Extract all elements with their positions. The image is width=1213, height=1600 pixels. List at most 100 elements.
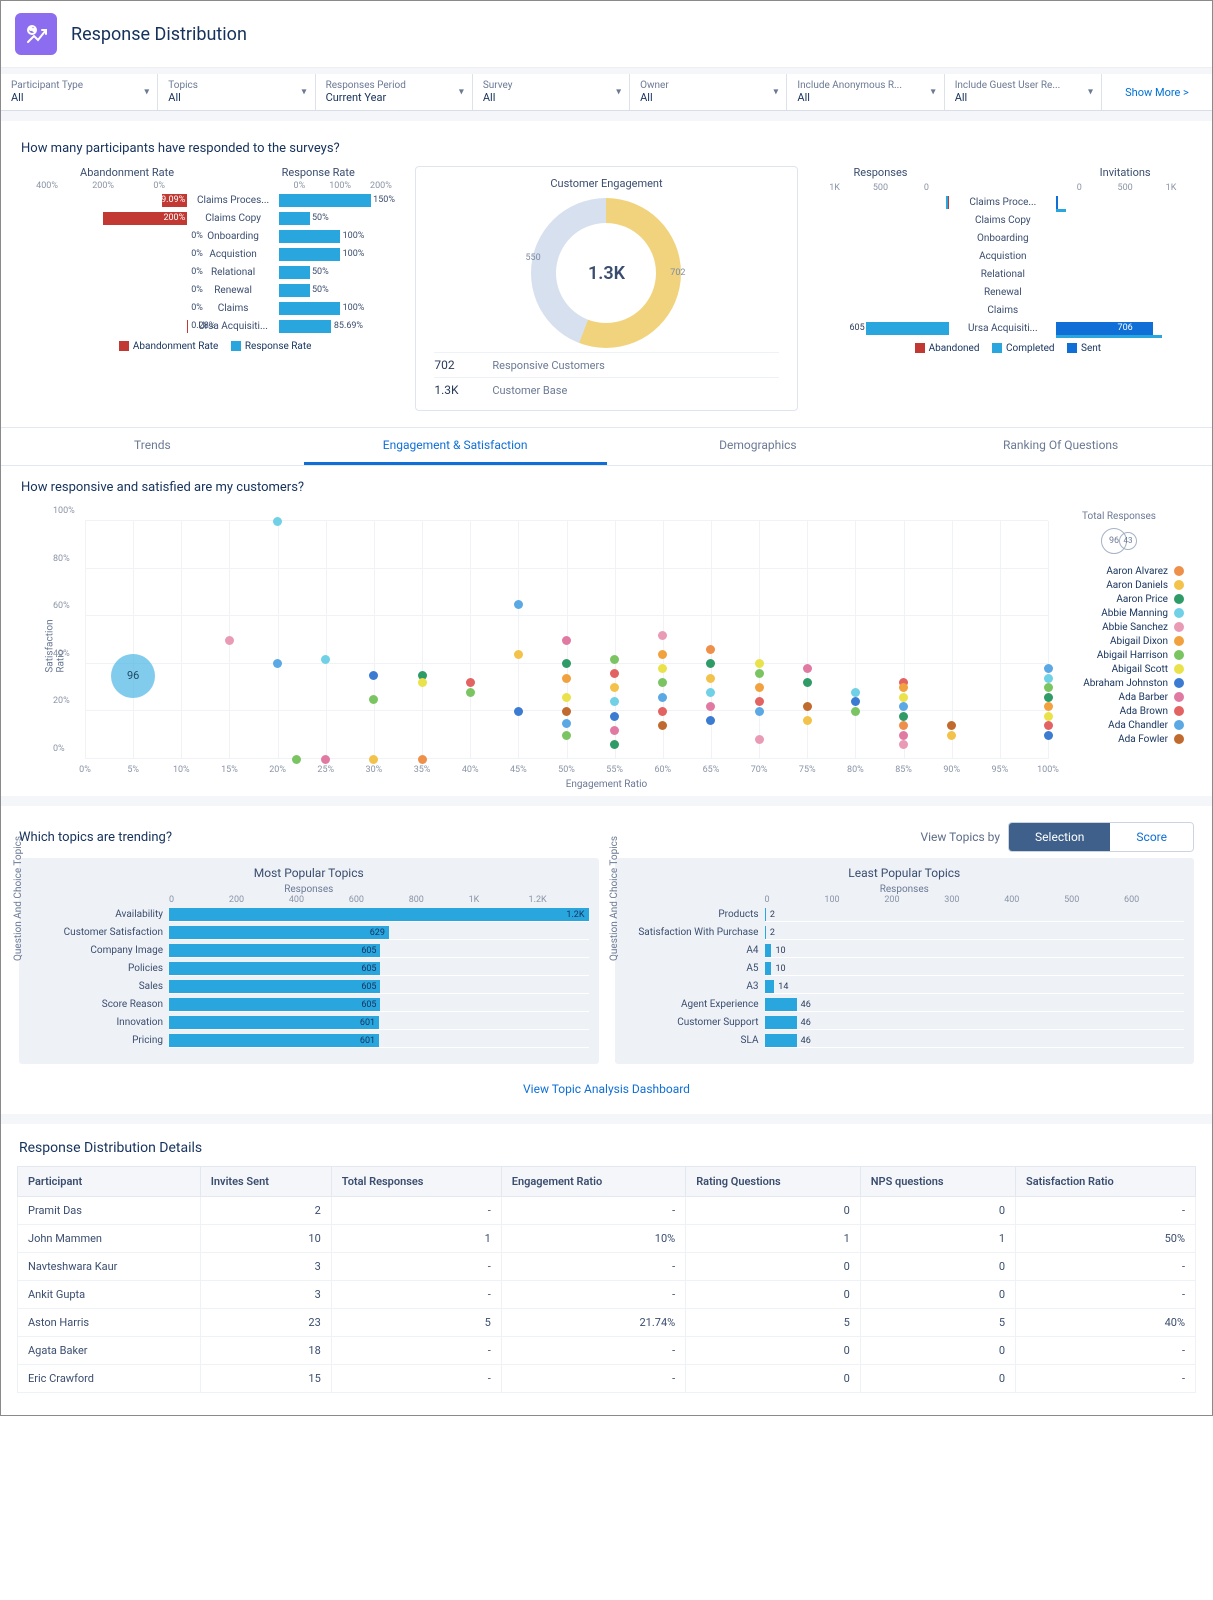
scatter-point[interactable] (947, 731, 956, 740)
scatter-point[interactable] (851, 688, 860, 697)
legend-item[interactable]: Aaron Daniels (1054, 578, 1184, 592)
bar-pair-row[interactable]: 0%Onboarding100% (19, 228, 401, 245)
topic-bar-row[interactable]: Products2 (625, 906, 1185, 923)
tri-row[interactable]: Claims (812, 302, 1194, 319)
scatter-point[interactable] (562, 693, 571, 702)
topic-bar-row[interactable]: A314 (625, 978, 1185, 995)
col-header[interactable]: NPS questions (860, 1167, 1015, 1197)
legend-item[interactable]: Abigail Dixon (1054, 634, 1184, 648)
bar-pair-row[interactable]: 200%Claims Copy50% (19, 210, 401, 227)
scatter-point[interactable] (755, 683, 764, 692)
legend-item[interactable]: Abbie Sanchez (1054, 620, 1184, 634)
scatter-point[interactable] (321, 655, 330, 664)
topic-bar-row[interactable]: SLA46 (625, 1032, 1185, 1049)
scatter-point[interactable] (1044, 693, 1053, 702)
topic-bar-row[interactable]: Satisfaction With Purchase2 (625, 924, 1185, 941)
topic-bar-row[interactable]: A510 (625, 960, 1185, 977)
scatter-point[interactable] (755, 707, 764, 716)
scatter-point[interactable] (418, 678, 427, 687)
scatter-point[interactable] (851, 707, 860, 716)
toggle-selection[interactable]: Selection (1009, 823, 1110, 851)
col-header[interactable]: Total Responses (331, 1167, 501, 1197)
tab-demographics[interactable]: Demographics (607, 428, 910, 465)
filter-1[interactable]: TopicsAll▾ (158, 74, 315, 110)
bar-pair-row[interactable]: 0%Renewal50% (19, 282, 401, 299)
table-row[interactable]: John Mammen10110%1150% (18, 1225, 1196, 1253)
scatter-point[interactable] (466, 688, 475, 697)
scatter-point[interactable] (755, 697, 764, 706)
scatter-point[interactable] (562, 707, 571, 716)
topic-bar-row[interactable]: Customer Satisfaction629 (29, 924, 589, 941)
scatter-point[interactable] (466, 678, 475, 687)
legend-item[interactable]: Abbie Manning (1054, 606, 1184, 620)
scatter-point[interactable] (562, 731, 571, 740)
filter-5[interactable]: Include Anonymous R...All▾ (787, 74, 944, 110)
scatter-point[interactable] (562, 719, 571, 728)
scatter-point[interactable] (562, 636, 571, 645)
scatter-point[interactable] (899, 731, 908, 740)
topic-bar-row[interactable]: Agent Experience46 (625, 996, 1185, 1013)
table-row[interactable]: Ankit Gupta3--00- (18, 1281, 1196, 1309)
table-row[interactable]: Pramit Das2--00- (18, 1197, 1196, 1225)
scatter-point[interactable] (658, 631, 667, 640)
filter-6[interactable]: Include Guest User Re...All▾ (945, 74, 1102, 110)
legend-item[interactable]: Abigail Harrison (1054, 648, 1184, 662)
table-row[interactable]: Eric Crawford15--00- (18, 1365, 1196, 1393)
topic-bar-row[interactable]: Company Image605 (29, 942, 589, 959)
tri-row[interactable]: Claims Copy (812, 212, 1194, 229)
filter-0[interactable]: Participant TypeAll▾ (1, 74, 158, 110)
scatter-point[interactable] (755, 669, 764, 678)
filter-4[interactable]: OwnerAll▾ (630, 74, 787, 110)
col-header[interactable]: Rating Questions (686, 1167, 861, 1197)
show-more-filters[interactable]: Show More > (1102, 74, 1212, 110)
scatter-point[interactable] (803, 664, 812, 673)
tab-ranking[interactable]: Ranking Of Questions (909, 428, 1212, 465)
scatter-point[interactable] (1044, 702, 1053, 711)
col-header[interactable]: Engagement Ratio (501, 1167, 685, 1197)
tri-row[interactable]: Relational (812, 266, 1194, 283)
topic-bar-row[interactable]: A410 (625, 942, 1185, 959)
bar-pair-row[interactable]: 0%Relational50% (19, 264, 401, 281)
legend-item[interactable]: Ada Brown (1054, 704, 1184, 718)
tab-engagement-satisfaction[interactable]: Engagement & Satisfaction (304, 428, 607, 465)
topic-bar-row[interactable]: Innovation601 (29, 1014, 589, 1031)
topic-bar-row[interactable]: Score Reason605 (29, 996, 589, 1013)
scatter-point[interactable] (514, 707, 523, 716)
scatter-point[interactable] (369, 755, 378, 764)
col-header[interactable]: Invites Sent (200, 1167, 331, 1197)
scatter-point[interactable] (1044, 731, 1053, 740)
scatter-point[interactable] (899, 693, 908, 702)
legend-item[interactable]: Ada Chandler (1054, 718, 1184, 732)
bar-pair-row[interactable]: 0.28%Ursa Acquisiti...85.69% (19, 318, 401, 335)
topic-bar-row[interactable]: Availability1.2K (29, 906, 589, 923)
scatter-point[interactable] (514, 600, 523, 609)
scatter-point[interactable] (1044, 664, 1053, 673)
table-row[interactable]: Aston Harris23521.74%5540% (18, 1309, 1196, 1337)
engagement-scatter[interactable]: 0%20%40%60%80%100%0%5%10%15%20%25%30%35%… (45, 511, 1048, 791)
legend-item[interactable]: Aaron Price (1054, 592, 1184, 606)
legend-item[interactable]: Ada Barber (1054, 690, 1184, 704)
scatter-point[interactable] (1044, 721, 1053, 730)
scatter-point[interactable] (803, 702, 812, 711)
tri-row[interactable]: Onboarding (812, 230, 1194, 247)
view-topic-analysis-link[interactable]: View Topic Analysis Dashboard (523, 1082, 690, 1096)
bar-pair-row[interactable]: 59.09%Claims Proces...150% (19, 192, 401, 209)
col-header[interactable]: Satisfaction Ratio (1016, 1167, 1196, 1197)
scatter-point[interactable] (321, 755, 330, 764)
col-header[interactable]: Participant (18, 1167, 201, 1197)
toggle-score[interactable]: Score (1110, 823, 1193, 851)
scatter-bubble[interactable]: 96 (111, 654, 155, 698)
legend-item[interactable]: Abigail Scott (1054, 662, 1184, 676)
scatter-point[interactable] (514, 650, 523, 659)
scatter-point[interactable] (562, 674, 571, 683)
scatter-point[interactable] (610, 669, 619, 678)
tri-row[interactable]: Claims Proce...10 (812, 194, 1194, 211)
legend-item[interactable]: Abraham Johnston (1054, 676, 1184, 690)
bar-pair-row[interactable]: 0%Acquistion100% (19, 246, 401, 263)
scatter-point[interactable] (292, 755, 301, 764)
filter-2[interactable]: Responses PeriodCurrent Year▾ (316, 74, 473, 110)
scatter-point[interactable] (1044, 712, 1053, 721)
scatter-point[interactable] (610, 655, 619, 664)
scatter-point[interactable] (899, 712, 908, 721)
topic-bar-row[interactable]: Customer Support46 (625, 1014, 1185, 1031)
